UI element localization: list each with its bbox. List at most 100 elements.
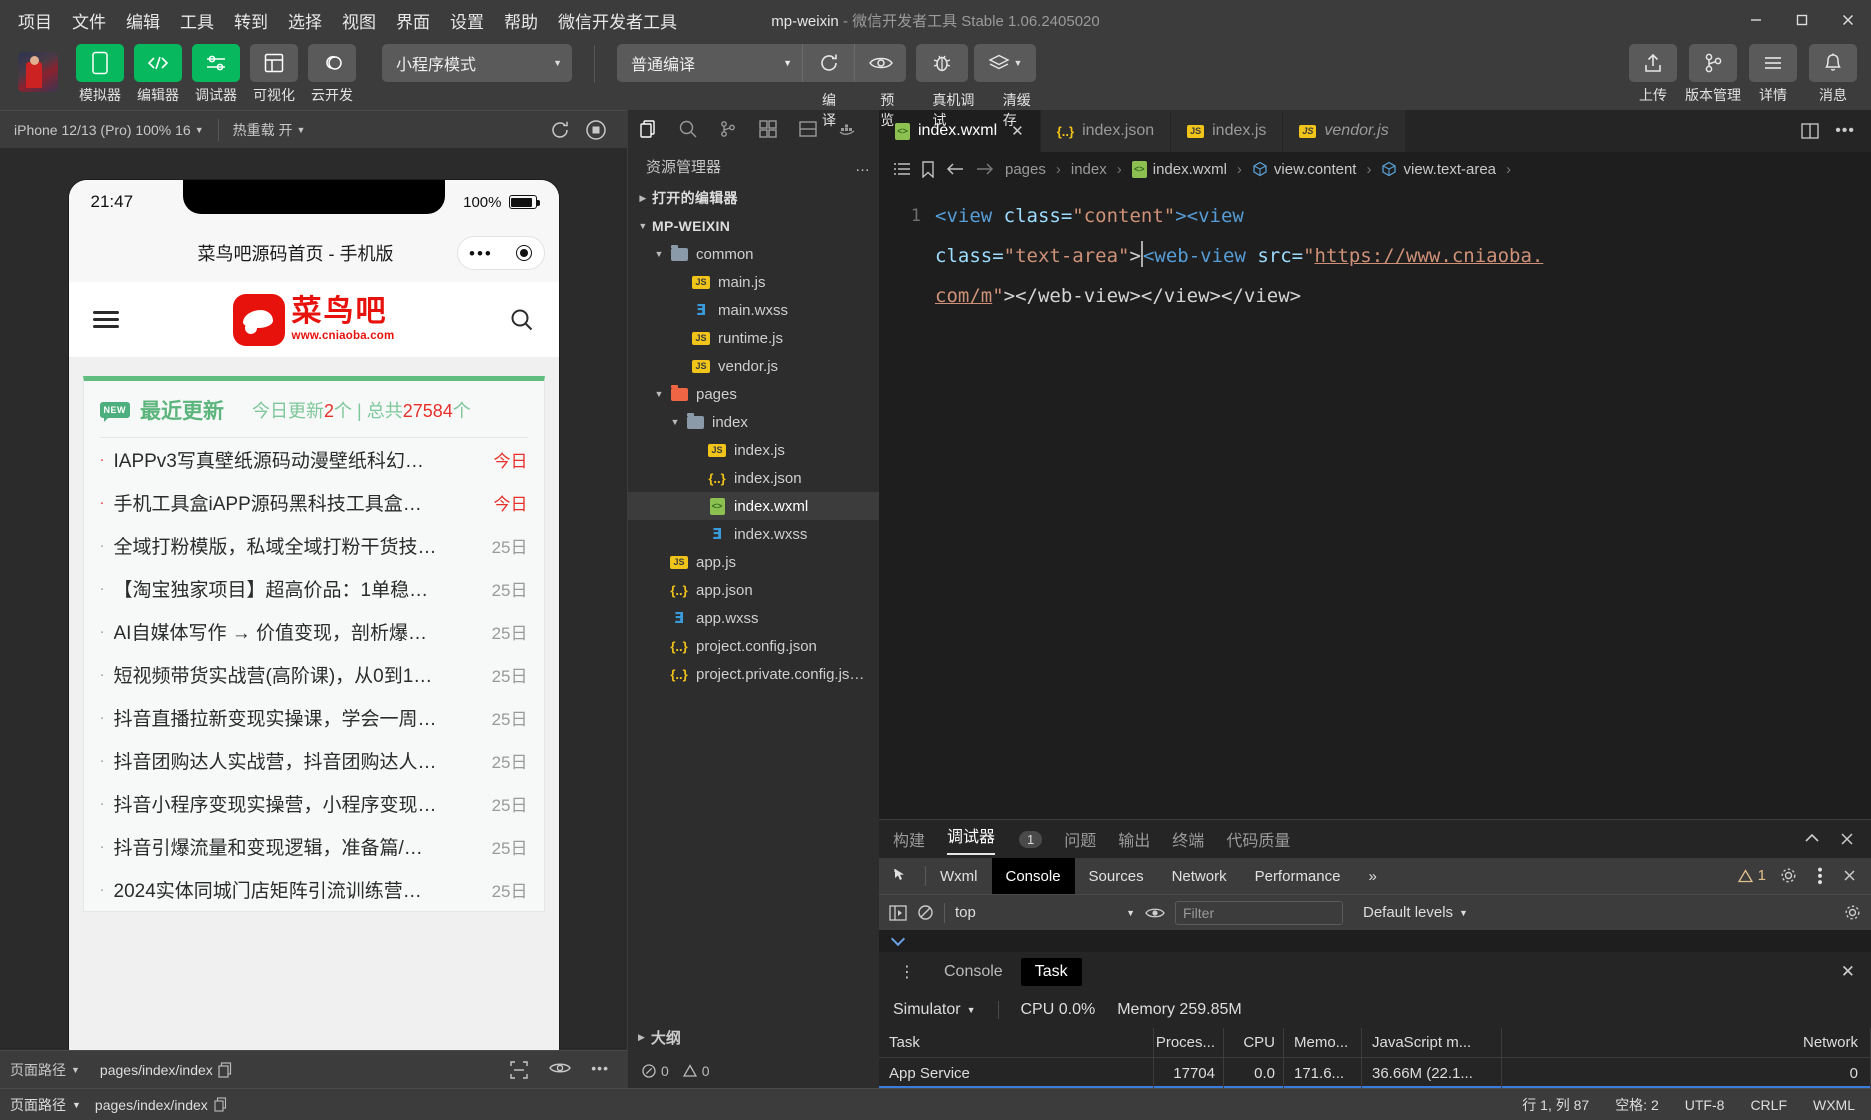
- tree-folder-common[interactable]: ▼ common: [628, 240, 879, 268]
- menu-item-interface[interactable]: 界面: [386, 4, 440, 37]
- close-button[interactable]: [1825, 0, 1871, 40]
- task-tab-console[interactable]: Console: [930, 958, 1017, 986]
- breadcrumb-item-view-text-area[interactable]: view.text-area: [1381, 161, 1496, 178]
- task-source-select[interactable]: Simulator ▼: [893, 1001, 976, 1019]
- hamburger-icon[interactable]: [93, 307, 119, 332]
- devtools-tab-network[interactable]: Network: [1158, 858, 1241, 894]
- close-icon[interactable]: [1839, 831, 1855, 847]
- tab-vendor-js[interactable]: JS vendor.js: [1283, 110, 1405, 152]
- menu-item-file[interactable]: 文件: [62, 4, 116, 37]
- column-header-js-memory[interactable]: JavaScript m...: [1362, 1028, 1502, 1058]
- tree-section-open-editors[interactable]: ▶ 打开的编辑器: [628, 184, 879, 212]
- close-circle-icon[interactable]: [516, 245, 532, 261]
- debug-tab-problems[interactable]: 问题: [1064, 827, 1096, 851]
- debug-tab-debugger[interactable]: 调试器: [947, 823, 995, 855]
- column-header-network[interactable]: Network: [1502, 1028, 1871, 1058]
- devtools-tab-console[interactable]: Console: [992, 858, 1075, 894]
- toolbar-button-visual[interactable]: 可视化: [246, 44, 302, 105]
- task-tab-task[interactable]: Task: [1021, 958, 1082, 986]
- list-item[interactable]: ·抖音团购达人实战营，抖音团购达人…25日: [100, 739, 528, 782]
- toolbar-button-version[interactable]: 版本管理: [1685, 44, 1741, 105]
- tree-folder-index[interactable]: ▼ index: [628, 408, 879, 436]
- tree-file-index-wxss[interactable]: Ǝ index.wxss: [628, 520, 879, 548]
- preview-button[interactable]: [854, 44, 906, 82]
- menu-item-view[interactable]: 视图: [332, 4, 386, 37]
- tree-file-index-wxml[interactable]: <> index.wxml: [628, 492, 879, 520]
- status-indentation[interactable]: 空格: 2: [1615, 1095, 1659, 1115]
- compile-button[interactable]: [802, 44, 854, 82]
- column-header-task[interactable]: Task: [879, 1028, 1154, 1058]
- status-encoding[interactable]: UTF-8: [1685, 1097, 1725, 1113]
- status-eol[interactable]: CRLF: [1750, 1097, 1787, 1113]
- breadcrumb-item-file[interactable]: <> index.wxml: [1132, 161, 1227, 178]
- tab-index-js[interactable]: JS index.js: [1171, 110, 1283, 152]
- list-item[interactable]: ·抖音直播拉新变现实操课，学会一周…25日: [100, 696, 528, 739]
- status-language-mode[interactable]: WXML: [1813, 1097, 1855, 1113]
- column-header-cpu[interactable]: CPU: [1224, 1028, 1284, 1058]
- error-status[interactable]: 0: [642, 1063, 669, 1079]
- devtools-tab-performance[interactable]: Performance: [1241, 858, 1355, 894]
- code-token-url[interactable]: com/m: [935, 285, 992, 307]
- console-output[interactable]: [879, 930, 1871, 952]
- console-context-select[interactable]: top ▼: [955, 904, 1135, 921]
- menu-item-help[interactable]: 帮助: [494, 4, 548, 37]
- toolbar-button-details[interactable]: 详情: [1745, 44, 1801, 105]
- more-icon[interactable]: •••: [591, 1060, 609, 1080]
- console-settings-icon[interactable]: [1844, 904, 1861, 921]
- compile-select[interactable]: 普通编译 ▼: [617, 44, 802, 82]
- menu-item-edit[interactable]: 编辑: [116, 4, 170, 37]
- tree-file-index-json[interactable]: {..} index.json: [628, 464, 879, 492]
- eye-icon[interactable]: [549, 1060, 571, 1080]
- copy-icon[interactable]: [214, 1097, 227, 1112]
- search-icon[interactable]: [668, 110, 708, 148]
- debug-tab-output[interactable]: 输出: [1118, 827, 1150, 851]
- menu-item-tools[interactable]: 工具: [170, 4, 224, 37]
- debug-tab-build[interactable]: 构建: [893, 827, 925, 851]
- hot-reload-select[interactable]: 热重载 开 ▼: [219, 111, 320, 148]
- console-sidebar-icon[interactable]: [889, 905, 907, 921]
- code-area[interactable]: 1 <view class="content"><view class="tex…: [879, 186, 1871, 819]
- more-icon[interactable]: •••: [469, 245, 493, 262]
- list-item[interactable]: ·手机工具盒iAPP源码黑科技工具盒…今日: [100, 481, 528, 524]
- back-arrow-icon[interactable]: [945, 162, 965, 176]
- minimize-button[interactable]: [1733, 0, 1779, 40]
- devtools-overflow-icon[interactable]: »: [1354, 858, 1390, 894]
- table-row[interactable]: App Service 17704 0.0 171.6... 36.66M (2…: [879, 1058, 1871, 1088]
- extensions-icon[interactable]: [748, 110, 788, 148]
- stop-icon[interactable]: [585, 119, 607, 141]
- list-item[interactable]: ·抖音引爆流量和变现逻辑，准备篇/…25日: [100, 825, 528, 868]
- more-icon[interactable]: •••: [1835, 122, 1855, 140]
- status-page-path-select[interactable]: 页面路径 ▼: [10, 1095, 81, 1115]
- bookmark-icon[interactable]: [921, 161, 935, 178]
- chevron-up-icon[interactable]: [1803, 831, 1821, 847]
- tab-index-json[interactable]: {..} index.json: [1041, 110, 1171, 152]
- files-icon[interactable]: [628, 110, 668, 148]
- list-icon[interactable]: [893, 161, 911, 177]
- source-control-icon[interactable]: [708, 110, 748, 148]
- toolbar-button-messages[interactable]: 消息: [1805, 44, 1861, 105]
- devtools-close-icon[interactable]: [1842, 868, 1857, 883]
- wechat-capsule[interactable]: •••: [457, 236, 545, 270]
- task-close-icon[interactable]: ✕: [1841, 962, 1871, 982]
- column-header-process[interactable]: Proces...: [1154, 1028, 1224, 1058]
- avatar[interactable]: [18, 52, 58, 92]
- tree-file-app-js[interactable]: JS app.js: [628, 548, 879, 576]
- toolbar-button-cloud[interactable]: 云开发: [304, 44, 360, 105]
- console-filter-input[interactable]: Filter: [1175, 901, 1343, 925]
- tree-file-app-wxss[interactable]: Ǝ app.wxss: [628, 604, 879, 632]
- tree-file-runtime-js[interactable]: JS runtime.js: [628, 324, 879, 352]
- toolbar-button-upload[interactable]: 上传: [1625, 44, 1681, 105]
- tree-folder-pages[interactable]: ▼ pages: [628, 380, 879, 408]
- list-item[interactable]: ·【淘宝独家项目】超高价品：1单稳…25日: [100, 567, 528, 610]
- list-item[interactable]: ·短视频带货实战营(高阶课)，从0到1…25日: [100, 653, 528, 696]
- split-editor-icon[interactable]: [1801, 123, 1819, 139]
- search-icon[interactable]: [509, 307, 535, 333]
- menu-item-select[interactable]: 选择: [278, 4, 332, 37]
- refresh-icon[interactable]: [549, 119, 571, 141]
- devtools-warning-badge[interactable]: 1: [1738, 867, 1766, 884]
- devtools-more-icon[interactable]: •••: [1811, 867, 1828, 886]
- list-item[interactable]: ·抖音小程序变现实操营，小程序变现…25日: [100, 782, 528, 825]
- toolbar-button-debugger[interactable]: 调试器: [188, 44, 244, 105]
- menu-item-project[interactable]: 项目: [8, 4, 62, 37]
- devtools-tab-wxml[interactable]: Wxml: [926, 858, 992, 894]
